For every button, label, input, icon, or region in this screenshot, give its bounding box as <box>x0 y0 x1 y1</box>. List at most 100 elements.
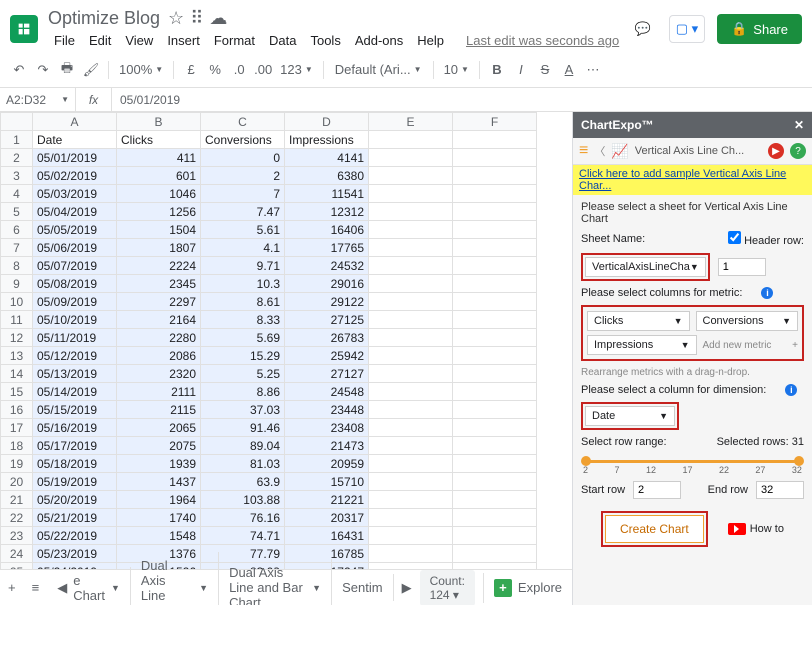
cell[interactable]: 601 <box>117 167 201 185</box>
sheet-tab[interactable]: ◀e Chart▼ <box>47 567 131 606</box>
cell[interactable]: 05/14/2019 <box>33 383 117 401</box>
redo-icon[interactable]: ↷ <box>32 58 54 82</box>
menu-insert[interactable]: Insert <box>161 31 206 50</box>
add-sheet-btn[interactable]: + <box>0 580 24 595</box>
cell[interactable]: 1964 <box>117 491 201 509</box>
col-header[interactable]: A <box>33 113 117 131</box>
doc-title[interactable]: Optimize Blog <box>48 8 160 29</box>
bold-btn[interactable]: B <box>486 58 508 82</box>
col-header[interactable]: D <box>285 113 369 131</box>
cell[interactable]: 27127 <box>285 365 369 383</box>
cell[interactable]: 05/09/2019 <box>33 293 117 311</box>
cell[interactable]: 05/17/2019 <box>33 437 117 455</box>
spreadsheet-grid[interactable]: A B C D E F 1 Date Clicks Conversions Im… <box>0 112 537 569</box>
cell[interactable]: 05/02/2019 <box>33 167 117 185</box>
row-header[interactable]: 11 <box>1 311 33 329</box>
end-row-input[interactable] <box>756 481 804 499</box>
row-header[interactable]: 4 <box>1 185 33 203</box>
cell[interactable]: 05/16/2019 <box>33 419 117 437</box>
cell[interactable]: 411 <box>117 149 201 167</box>
menu-help[interactable]: Help <box>411 31 450 50</box>
print-icon[interactable]: 🖶 <box>56 58 78 82</box>
row-range-slider[interactable]: 271217222732 <box>581 454 804 475</box>
cell[interactable]: 05/04/2019 <box>33 203 117 221</box>
row-header[interactable]: 15 <box>1 383 33 401</box>
sidebar-menu-icon[interactable]: ≡ <box>579 142 588 160</box>
undo-icon[interactable]: ↶ <box>8 58 30 82</box>
row-header[interactable]: 13 <box>1 347 33 365</box>
menu-format[interactable]: Format <box>208 31 261 50</box>
last-edit-link[interactable]: Last edit was seconds ago <box>460 31 625 50</box>
cell[interactable]: 4.1 <box>201 239 285 257</box>
sidebar-back-icon[interactable]: 〈 <box>594 143 605 159</box>
help-icon[interactable]: ? <box>790 143 806 159</box>
col-header[interactable]: C <box>201 113 285 131</box>
row-header[interactable]: 22 <box>1 509 33 527</box>
percent-btn[interactable]: % <box>204 58 226 82</box>
row-header[interactable]: 2 <box>1 149 33 167</box>
cell[interactable]: 21473 <box>285 437 369 455</box>
comments-icon[interactable]: 💬 <box>629 15 657 43</box>
cell[interactable]: 1046 <box>117 185 201 203</box>
row-header[interactable]: 9 <box>1 275 33 293</box>
record-icon[interactable]: ▶ <box>768 143 784 159</box>
row-header[interactable]: 10 <box>1 293 33 311</box>
cell[interactable]: 2 <box>201 167 285 185</box>
col-header[interactable]: B <box>117 113 201 131</box>
cell[interactable]: 29122 <box>285 293 369 311</box>
text-color-btn[interactable]: A <box>558 58 580 82</box>
cell[interactable]: 24532 <box>285 257 369 275</box>
cell[interactable]: 10.3 <box>201 275 285 293</box>
cell[interactable]: 5.61 <box>201 221 285 239</box>
cell[interactable]: 1504 <box>117 221 201 239</box>
cell[interactable]: 15710 <box>285 473 369 491</box>
font-select[interactable]: Default (Ari...▼ <box>330 61 427 78</box>
header-row-input[interactable] <box>718 258 766 276</box>
star-icon[interactable]: ☆ <box>168 8 184 29</box>
cell[interactable]: 7 <box>201 185 285 203</box>
metric-select-2[interactable]: Conversions▼ <box>696 311 799 331</box>
present-button[interactable]: ▢ ▾ <box>669 15 705 43</box>
cell[interactable]: 11541 <box>285 185 369 203</box>
row-header[interactable]: 5 <box>1 203 33 221</box>
cell[interactable]: 23408 <box>285 419 369 437</box>
cell[interactable]: 05/10/2019 <box>33 311 117 329</box>
row-header[interactable]: 21 <box>1 491 33 509</box>
strike-btn[interactable]: S <box>534 58 556 82</box>
cell[interactable]: 8.86 <box>201 383 285 401</box>
sheet-tab[interactable]: Dual Axis Line Chart▼ <box>131 552 219 606</box>
cell[interactable]: 5.69 <box>201 329 285 347</box>
cell[interactable]: 2345 <box>117 275 201 293</box>
cloud-icon[interactable]: ☁ <box>209 8 227 29</box>
menu-tools[interactable]: Tools <box>304 31 346 50</box>
dimension-select[interactable]: Date▼ <box>585 406 675 426</box>
cell[interactable]: 2297 <box>117 293 201 311</box>
cell[interactable]: 23448 <box>285 401 369 419</box>
row-header[interactable]: 1 <box>1 131 33 149</box>
share-button[interactable]: 🔒 Share <box>717 14 802 44</box>
menu-addons[interactable]: Add-ons <box>349 31 409 50</box>
row-header[interactable]: 23 <box>1 527 33 545</box>
zoom-select[interactable]: 100%▼ <box>115 62 167 77</box>
sheet-tab[interactable]: Sentim <box>332 574 393 601</box>
move-icon[interactable]: ⠿ <box>190 8 203 29</box>
cell[interactable]: 05/20/2019 <box>33 491 117 509</box>
cell[interactable]: 12312 <box>285 203 369 221</box>
cell[interactable]: 05/19/2019 <box>33 473 117 491</box>
fontsize-select[interactable]: 10▼ <box>440 62 473 77</box>
menu-file[interactable]: File <box>48 31 81 50</box>
cell[interactable]: 6380 <box>285 167 369 185</box>
cell[interactable]: 05/03/2019 <box>33 185 117 203</box>
cell[interactable]: 1807 <box>117 239 201 257</box>
cell[interactable]: 103.88 <box>201 491 285 509</box>
cell[interactable]: 8.33 <box>201 311 285 329</box>
row-header[interactable]: 8 <box>1 257 33 275</box>
info-icon[interactable]: i <box>785 384 797 396</box>
row-header[interactable]: 7 <box>1 239 33 257</box>
cell[interactable]: 2086 <box>117 347 201 365</box>
count-summary[interactable]: Count: 124 ▾ <box>420 570 475 606</box>
cell[interactable]: 2111 <box>117 383 201 401</box>
cell[interactable]: 1548 <box>117 527 201 545</box>
cell[interactable]: 1437 <box>117 473 201 491</box>
row-header[interactable]: 3 <box>1 167 33 185</box>
